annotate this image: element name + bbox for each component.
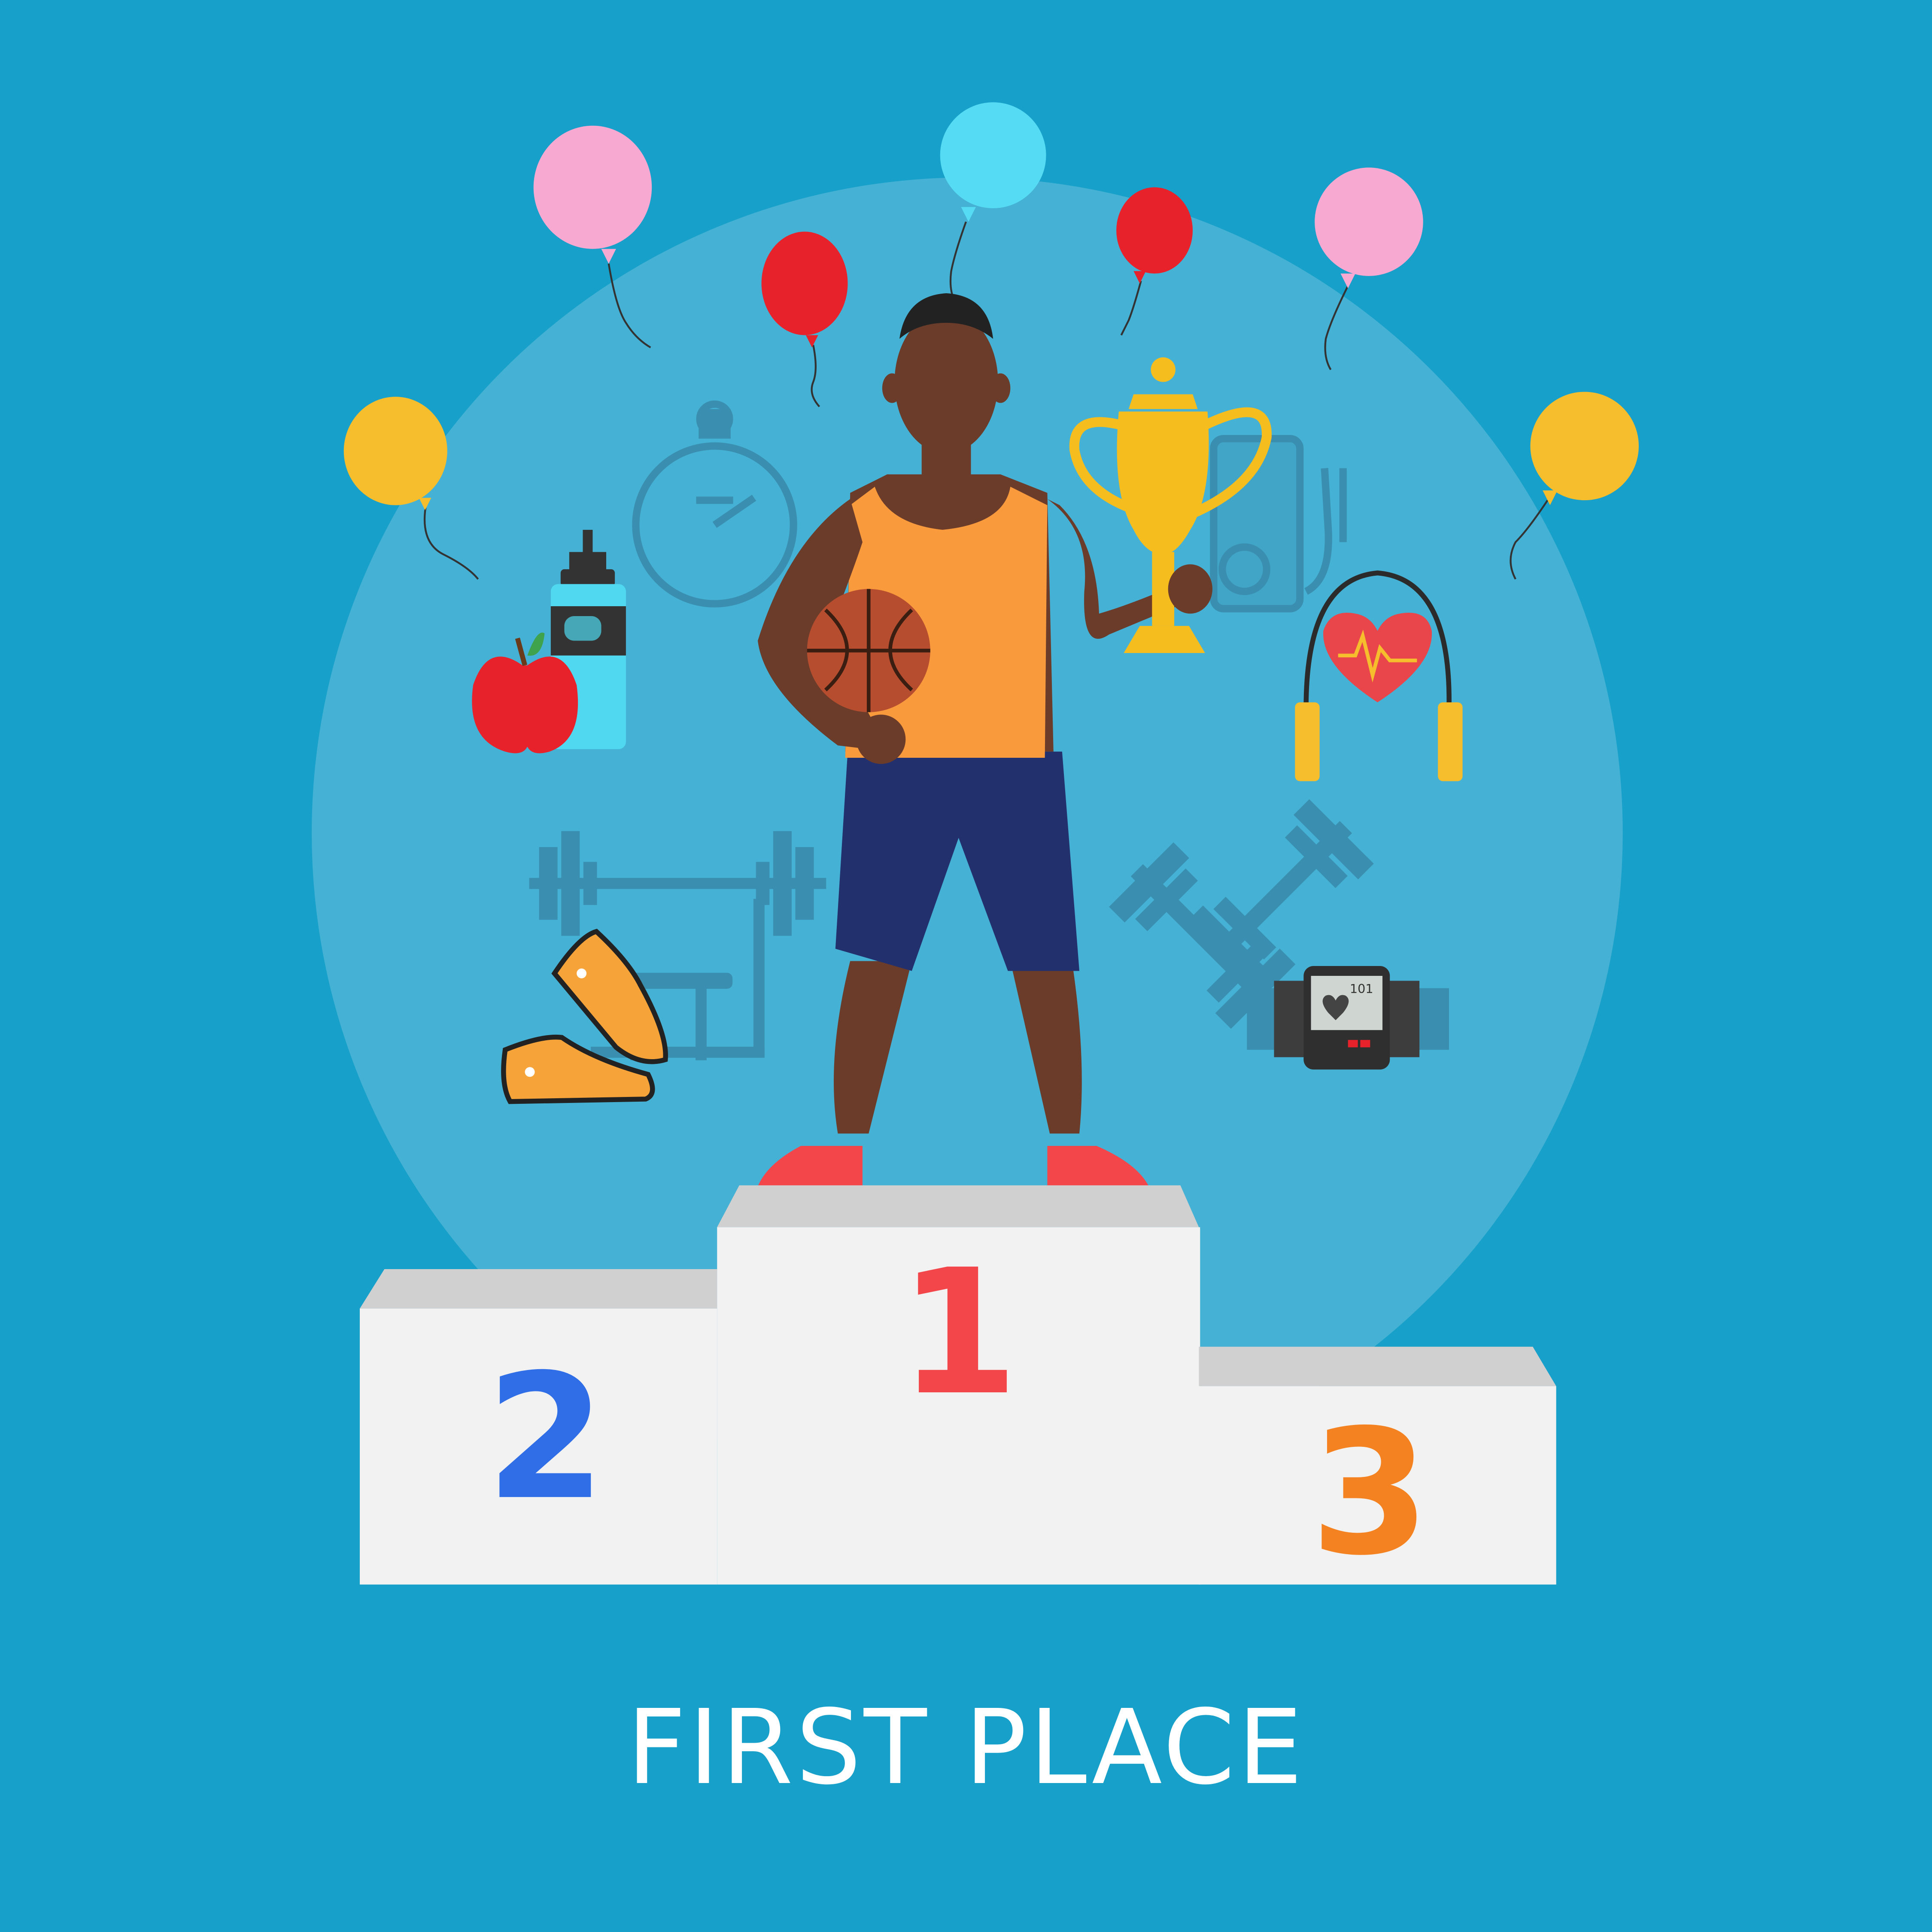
podium-top-first xyxy=(717,1185,1199,1227)
first-place-illustration: 101 1 2 3 xyxy=(0,0,1932,1932)
podium-top-third xyxy=(1199,1346,1556,1386)
podium-number-first: 1 xyxy=(899,1232,1019,1433)
podium-number-third: 3 xyxy=(1310,1392,1431,1593)
podium-top-second xyxy=(360,1269,717,1309)
caption-title: FIRST PLACE xyxy=(627,1687,1305,1807)
basketball-icon xyxy=(807,589,930,712)
podium-number-second: 2 xyxy=(486,1337,606,1538)
heart-rate-monitor-icon: 101 xyxy=(1247,966,1449,1070)
monitor-readout: 101 xyxy=(1350,981,1373,996)
